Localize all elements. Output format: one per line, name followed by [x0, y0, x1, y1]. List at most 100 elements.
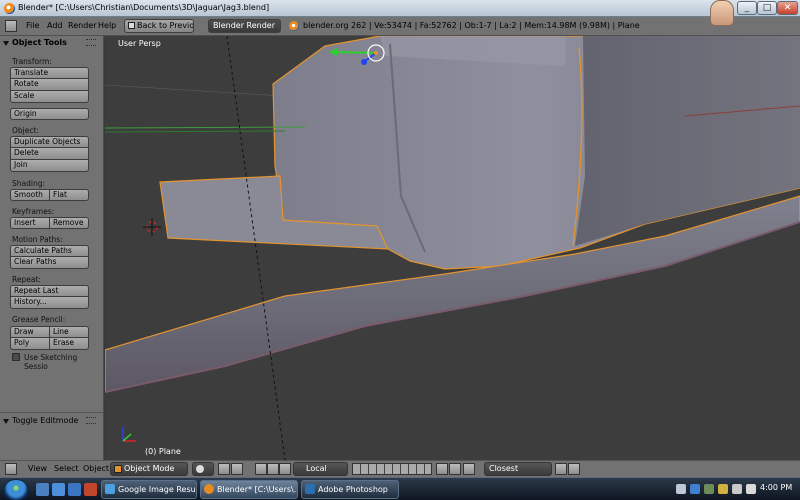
- 3d-cursor-icon[interactable]: [143, 218, 161, 236]
- menu-select[interactable]: Select: [54, 464, 79, 473]
- repeat-label: Repeat:: [12, 275, 41, 284]
- tray-arrow-icon[interactable]: [676, 484, 686, 494]
- smooth-button[interactable]: Smooth: [10, 189, 50, 201]
- window-titlebar: Blender* [C:\Users\Christian\Documents\3…: [0, 0, 800, 17]
- view-perspective-label: User Persp: [118, 39, 161, 48]
- history-button[interactable]: History...: [10, 297, 89, 309]
- editor-type-3d-icon[interactable]: [5, 463, 17, 475]
- transform-orientation-select[interactable]: Local: [293, 462, 348, 476]
- switch-windows-icon[interactable]: [52, 483, 65, 496]
- menu-view[interactable]: View: [28, 464, 47, 473]
- user-avatar: [710, 0, 734, 26]
- toggle-editmode-title[interactable]: Toggle Editmode: [12, 416, 78, 425]
- firefox-icon: [105, 484, 115, 494]
- 3d-view-header: View Select Object Object Mode Local Clo…: [0, 460, 800, 477]
- translate-button[interactable]: Translate: [10, 67, 89, 79]
- view-axis-gizmo-icon: [122, 427, 136, 442]
- task-photoshop[interactable]: Adobe Photoshop: [301, 480, 399, 499]
- 3d-viewport[interactable]: User Persp (0) Plane: [105, 36, 800, 460]
- snap-toggle-icon[interactable]: [463, 463, 475, 475]
- join-button[interactable]: Join: [10, 160, 89, 172]
- keyframes-label: Keyframes:: [12, 207, 55, 216]
- mode-select[interactable]: Object Mode: [110, 462, 188, 476]
- draw-button[interactable]: Draw: [10, 326, 50, 338]
- tray-app-icon[interactable]: [704, 484, 714, 494]
- toggle-editmode-grip-icon: [86, 417, 96, 424]
- shading-sphere-icon: [196, 465, 204, 473]
- use-sketching-checkbox[interactable]: [12, 353, 20, 361]
- render-camera-icon[interactable]: [555, 463, 567, 475]
- tray-bluetooth-icon[interactable]: [690, 484, 700, 494]
- erase-button[interactable]: Erase: [50, 338, 89, 350]
- tray-volume-icon[interactable]: [746, 484, 756, 494]
- transform-orientation-label: Local: [306, 464, 327, 473]
- close-button[interactable]: ✕: [777, 1, 798, 15]
- transform-label: Transform:: [12, 57, 52, 66]
- object-label: Object:: [12, 126, 39, 135]
- tool-shelf-divider: [0, 412, 104, 413]
- show-desktop-icon[interactable]: [36, 483, 49, 496]
- scale-manipulator-icon[interactable]: [279, 463, 291, 475]
- tray-network-icon[interactable]: [732, 484, 742, 494]
- remove-keyframe-button[interactable]: Remove: [50, 217, 89, 229]
- use-sketching-label: Use Sketching Sessio: [24, 353, 78, 371]
- snap-target-select[interactable]: Closest: [484, 462, 552, 476]
- manipulator-toggle-icon[interactable]: [231, 463, 243, 475]
- blender-task-icon: [204, 484, 214, 494]
- windows-taskbar: Google Image Resul... Blender* [C:\Users…: [0, 477, 800, 500]
- rotate-manipulator-icon[interactable]: [267, 463, 279, 475]
- info-header: File Add Render Help Back to Previous Bl…: [0, 17, 800, 36]
- render-engine-label: Blender Render: [213, 21, 276, 30]
- rotate-button[interactable]: Rotate: [10, 79, 89, 91]
- repeat-last-button[interactable]: Repeat Last: [10, 285, 89, 297]
- render-anim-icon[interactable]: [568, 463, 580, 475]
- toggle-editmode-triangle-icon[interactable]: [3, 419, 9, 424]
- task-google-images[interactable]: Google Image Resul...: [101, 480, 197, 499]
- internet-explorer-icon[interactable]: [68, 483, 81, 496]
- window-title: Blender* [C:\Users\Christian\Documents\3…: [18, 3, 270, 12]
- menu-add[interactable]: Add: [47, 21, 63, 30]
- minimize-button[interactable]: _: [737, 1, 757, 15]
- mode-label: Object Mode: [124, 464, 175, 473]
- poly-button[interactable]: Poly: [10, 338, 50, 350]
- flat-button[interactable]: Flat: [50, 189, 89, 201]
- render-engine-select[interactable]: Blender Render: [208, 19, 281, 33]
- viewport-shading-select[interactable]: [192, 462, 214, 476]
- translate-manipulator-icon[interactable]: [255, 463, 267, 475]
- task-google-images-label: Google Image Resul...: [118, 485, 197, 494]
- grease-pencil-label: Grease Pencil:: [12, 315, 66, 324]
- menu-object[interactable]: Object: [83, 464, 109, 473]
- line-button[interactable]: Line: [50, 326, 89, 338]
- start-button-icon[interactable]: [3, 479, 29, 500]
- maximize-button[interactable]: □: [757, 1, 777, 15]
- blender-info-icon: [289, 21, 299, 31]
- menu-render[interactable]: Render: [68, 21, 96, 30]
- tool-shelf: Object Tools Transform: Translate Rotate…: [0, 36, 104, 460]
- editor-type-icon[interactable]: [5, 20, 17, 32]
- photoshop-icon: [305, 484, 315, 494]
- active-object-label: (0) Plane: [145, 447, 181, 456]
- back-to-previous-label: Back to Previous: [137, 21, 194, 30]
- insert-keyframe-button[interactable]: Insert: [10, 217, 50, 229]
- calculate-paths-button[interactable]: Calculate Paths: [10, 245, 89, 257]
- clear-paths-button[interactable]: Clear Paths: [10, 257, 89, 269]
- menu-help[interactable]: Help: [98, 21, 116, 30]
- collapse-triangle-icon[interactable]: [3, 41, 9, 46]
- layer-buttons[interactable]: [352, 463, 432, 475]
- blender-logo-icon: [4, 3, 15, 14]
- back-to-previous-button[interactable]: Back to Previous: [124, 19, 194, 33]
- origin-button[interactable]: Origin: [10, 108, 89, 120]
- lock-layers-icon[interactable]: [436, 463, 448, 475]
- task-blender[interactable]: Blender* [C:\Users\...: [200, 480, 298, 499]
- pivot-point-icon[interactable]: [218, 463, 230, 475]
- tray-security-icon[interactable]: [718, 484, 728, 494]
- media-player-icon[interactable]: [84, 483, 97, 496]
- scale-button[interactable]: Scale: [10, 91, 89, 103]
- menu-file[interactable]: File: [26, 21, 39, 30]
- grid-x-axis-line-2: [105, 130, 286, 133]
- proportional-edit-icon[interactable]: [449, 463, 461, 475]
- delete-button[interactable]: Delete: [10, 148, 89, 160]
- taskbar-clock[interactable]: 4:00 PM: [760, 483, 792, 492]
- motion-paths-label: Motion Paths:: [12, 235, 63, 244]
- duplicate-objects-button[interactable]: Duplicate Objects: [10, 136, 89, 148]
